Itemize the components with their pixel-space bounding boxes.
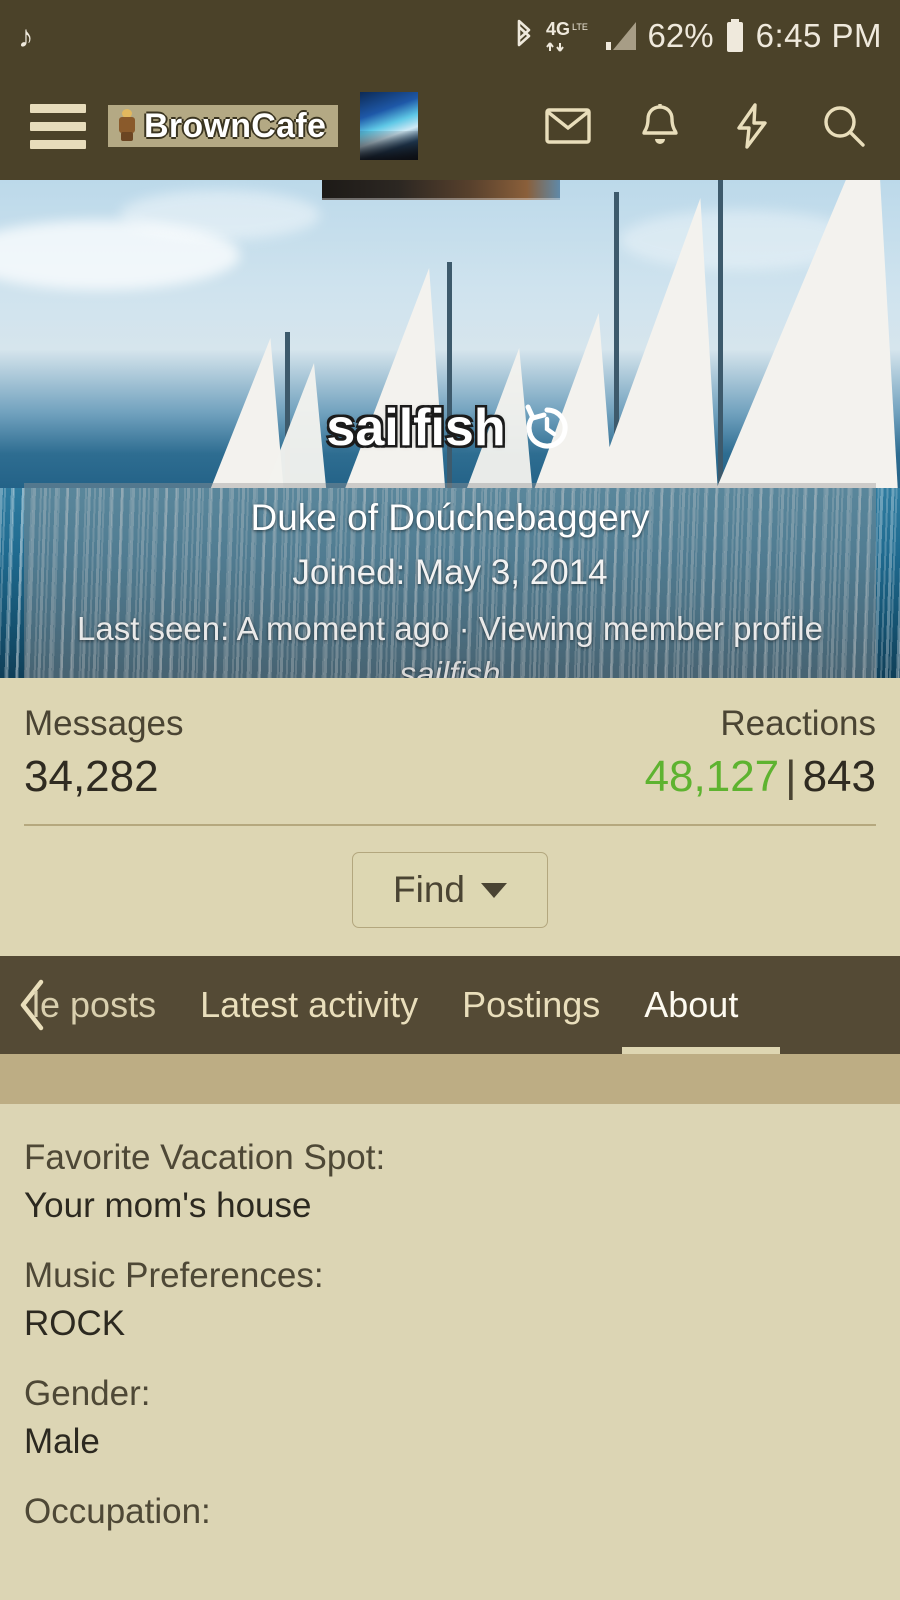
avatar[interactable] [360,92,419,160]
lightning-icon[interactable] [728,102,776,150]
music-note-icon: ♪ [18,18,34,54]
banner-title-text: sailfish [326,399,506,457]
status-bar-clock: 6:45 PM [755,17,882,54]
history-clock-icon [520,401,574,455]
about-field: Gender: Male [24,1374,876,1462]
chevron-down-icon [480,882,507,898]
brand-name-label: BrownCafe [144,106,327,145]
field-value: ROCK [24,1304,126,1343]
user-title: Duke of Doúchebaggery [250,497,650,538]
reactions-value: 48,127 | 843 [645,752,876,802]
about-field: Music Preferences: ROCK [24,1256,876,1344]
viewing-profile-name: sailfish [399,654,501,678]
find-label: Find [393,869,465,910]
about-field: Occupation: [24,1492,876,1532]
reactions-other-count: 843 [802,752,876,801]
reactions-label: Reactions [720,704,876,743]
tab-latest-activity[interactable]: Latest activity [178,956,440,1054]
mail-icon[interactable] [544,102,592,150]
bell-icon[interactable] [636,102,684,150]
status-bar: ♪ 4G LTE 62% 6:45 PM [0,0,900,72]
field-label: Gender: [24,1374,151,1413]
ups-driver-figure-icon [116,109,138,143]
battery-icon [724,18,746,54]
search-icon[interactable] [820,102,868,150]
about-section: Favorite Vacation Spot: Your mom's house… [0,1104,900,1532]
field-label: Favorite Vacation Spot: [24,1138,386,1177]
signal-bars-icon [604,20,638,52]
svg-text:LTE: LTE [572,22,588,32]
hamburger-menu-icon[interactable] [20,103,90,149]
app-bar: BrownCafe [0,72,900,180]
tab-strip [0,1054,900,1104]
network-4g-lte-icon: 4G LTE [546,17,594,55]
profile-avatar[interactable] [322,180,560,200]
profile-info-panel: Duke of Doúchebaggery Joined: May 3, 201… [24,483,876,678]
tab-postings[interactable]: Postings [440,956,622,1054]
messages-stat[interactable]: Messages 34,282 [24,704,184,802]
profile-banner: sailfish Duke of Doúchebaggery Joined: M… [0,180,900,678]
brand-logo[interactable]: BrownCafe [108,105,339,147]
bluetooth-icon [512,18,536,54]
profile-tabs: le posts Latest activity Postings About [0,956,900,1054]
last-seen-status: Last seen: A moment ago · Viewing member… [42,607,858,678]
last-seen-text: Last seen: A moment ago · Viewing member… [77,610,823,647]
profile-stats: Messages 34,282 Reactions 48,127 | 843 Fin… [0,678,900,956]
field-value: Your mom's house [24,1186,312,1225]
messages-label: Messages [24,704,184,743]
about-field: Favorite Vacation Spot: Your mom's house [24,1138,876,1226]
joined-date: Joined: May 3, 2014 [292,553,608,592]
tab-profile-posts[interactable]: le posts [32,956,178,1054]
reactions-positive-count: 48,127 [644,752,780,801]
find-button[interactable]: Find [352,852,548,928]
messages-value: 34,282 [24,752,159,801]
reactions-separator: | [785,752,797,801]
field-value: Male [24,1422,100,1461]
svg-text:4G: 4G [546,19,570,39]
tab-about[interactable]: About [622,956,781,1054]
field-label: Music Preferences: [24,1256,324,1295]
reactions-stat[interactable]: Reactions 48,127 | 843 [645,704,876,802]
battery-percent: 62% [647,17,714,54]
field-label: Occupation: [24,1492,211,1531]
page-title: sailfish [0,398,900,458]
